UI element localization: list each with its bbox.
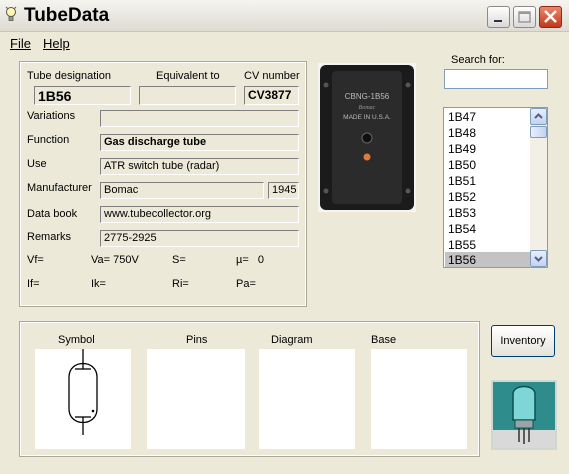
menu-file[interactable]: File bbox=[10, 36, 31, 51]
cv-number-label: CV number bbox=[244, 70, 300, 82]
inventory-button[interactable]: Inventory bbox=[491, 325, 555, 357]
manufacturer-field[interactable]: Bomac bbox=[100, 182, 264, 199]
list-item[interactable]: 1B51 bbox=[448, 173, 530, 189]
remarks-label: Remarks bbox=[27, 231, 72, 243]
param-ri: Ri= bbox=[172, 278, 189, 290]
year-field[interactable]: 1945 bbox=[268, 182, 299, 199]
menu-help-label: Help bbox=[43, 36, 70, 51]
maximize-icon bbox=[518, 11, 531, 23]
lightbulb-icon bbox=[5, 6, 17, 21]
param-s: S= bbox=[172, 254, 186, 266]
param-pa: Pa= bbox=[236, 278, 256, 290]
tube-designation-label: Tube designation bbox=[27, 70, 111, 82]
close-button[interactable] bbox=[539, 6, 562, 28]
data-book-field[interactable]: www.tubecollector.org bbox=[100, 206, 299, 223]
list-item-selected[interactable]: 1B56 bbox=[445, 252, 531, 267]
tube-photo: CBNG-1B56 Bomac MADE IN U.S.A. bbox=[318, 63, 416, 212]
menu-file-label: File bbox=[10, 36, 31, 51]
photo-label-1: CBNG-1B56 bbox=[345, 92, 390, 101]
manufacturer-label: Manufacturer bbox=[27, 182, 92, 194]
diagram-label: Diagram bbox=[271, 334, 313, 346]
chevron-up-icon bbox=[534, 113, 543, 119]
list-item[interactable]: 1B48 bbox=[448, 125, 530, 141]
tube-designation-field[interactable]: 1B56 bbox=[34, 86, 131, 105]
list-item[interactable]: 1B49 bbox=[448, 141, 530, 157]
equivalent-field[interactable] bbox=[139, 86, 236, 105]
equivalent-label: Equivalent to bbox=[156, 70, 220, 82]
close-icon bbox=[544, 10, 557, 23]
list-item[interactable]: 1B47 bbox=[448, 109, 530, 125]
cv-number-field[interactable]: CV3877 bbox=[244, 86, 299, 105]
title-bar: TubeData bbox=[0, 0, 569, 32]
window-title: TubeData bbox=[24, 5, 110, 26]
chevron-down-icon bbox=[534, 256, 543, 262]
use-label: Use bbox=[27, 158, 47, 170]
param-vf: Vf= bbox=[27, 254, 44, 266]
menu-bar: File Help bbox=[0, 33, 569, 52]
base-label: Base bbox=[371, 334, 397, 346]
param-mu: µ= 0 bbox=[236, 254, 265, 266]
list-item[interactable]: 1B54 bbox=[448, 221, 530, 237]
list-item[interactable]: 1B50 bbox=[448, 157, 530, 173]
pins-label: Pins bbox=[186, 334, 208, 346]
minimize-icon bbox=[494, 20, 502, 22]
symbol-label: Symbol bbox=[58, 334, 95, 346]
photo-label-3: MADE IN U.S.A. bbox=[343, 114, 391, 121]
menu-help[interactable]: Help bbox=[43, 36, 70, 51]
list-scrollbar[interactable] bbox=[530, 108, 547, 267]
tube-list[interactable]: 1B47 1B48 1B49 1B50 1B51 1B52 1B53 1B54 … bbox=[443, 107, 548, 268]
photo-label-2: Bomac bbox=[359, 105, 376, 111]
maximize-button[interactable] bbox=[513, 6, 536, 28]
list-item[interactable]: 1B52 bbox=[448, 189, 530, 205]
base-panel bbox=[371, 349, 467, 449]
function-label: Function bbox=[27, 134, 70, 146]
scroll-up-button[interactable] bbox=[530, 108, 547, 125]
tube-symbol-icon bbox=[68, 349, 98, 435]
tube-logo-icon bbox=[491, 380, 557, 450]
param-if: If= bbox=[27, 278, 40, 290]
data-book-label: Data book bbox=[27, 208, 78, 220]
param-ik: Ik= bbox=[91, 278, 106, 290]
scroll-down-button[interactable] bbox=[530, 250, 547, 267]
function-field[interactable]: Gas discharge tube bbox=[100, 134, 299, 151]
remarks-field[interactable]: 2775-2925 bbox=[100, 230, 299, 247]
use-field[interactable]: ATR switch tube (radar) bbox=[100, 158, 299, 175]
symbol-panel bbox=[35, 349, 131, 449]
variations-field[interactable] bbox=[100, 110, 299, 127]
list-item[interactable]: 1B55 bbox=[448, 237, 530, 253]
pins-panel bbox=[147, 349, 245, 449]
search-label: Search for: bbox=[451, 54, 505, 66]
scroll-thumb[interactable] bbox=[530, 126, 547, 138]
diagram-panel bbox=[259, 349, 355, 449]
tubecollector-logo bbox=[491, 380, 557, 450]
minimize-button[interactable] bbox=[487, 6, 510, 28]
variations-label: Variations bbox=[27, 110, 76, 122]
tube-photo-image: CBNG-1B56 Bomac MADE IN U.S.A. bbox=[318, 63, 416, 212]
search-input[interactable] bbox=[444, 69, 548, 89]
list-item[interactable]: 1B53 bbox=[448, 205, 530, 221]
param-va: Va= 750V bbox=[91, 254, 139, 266]
